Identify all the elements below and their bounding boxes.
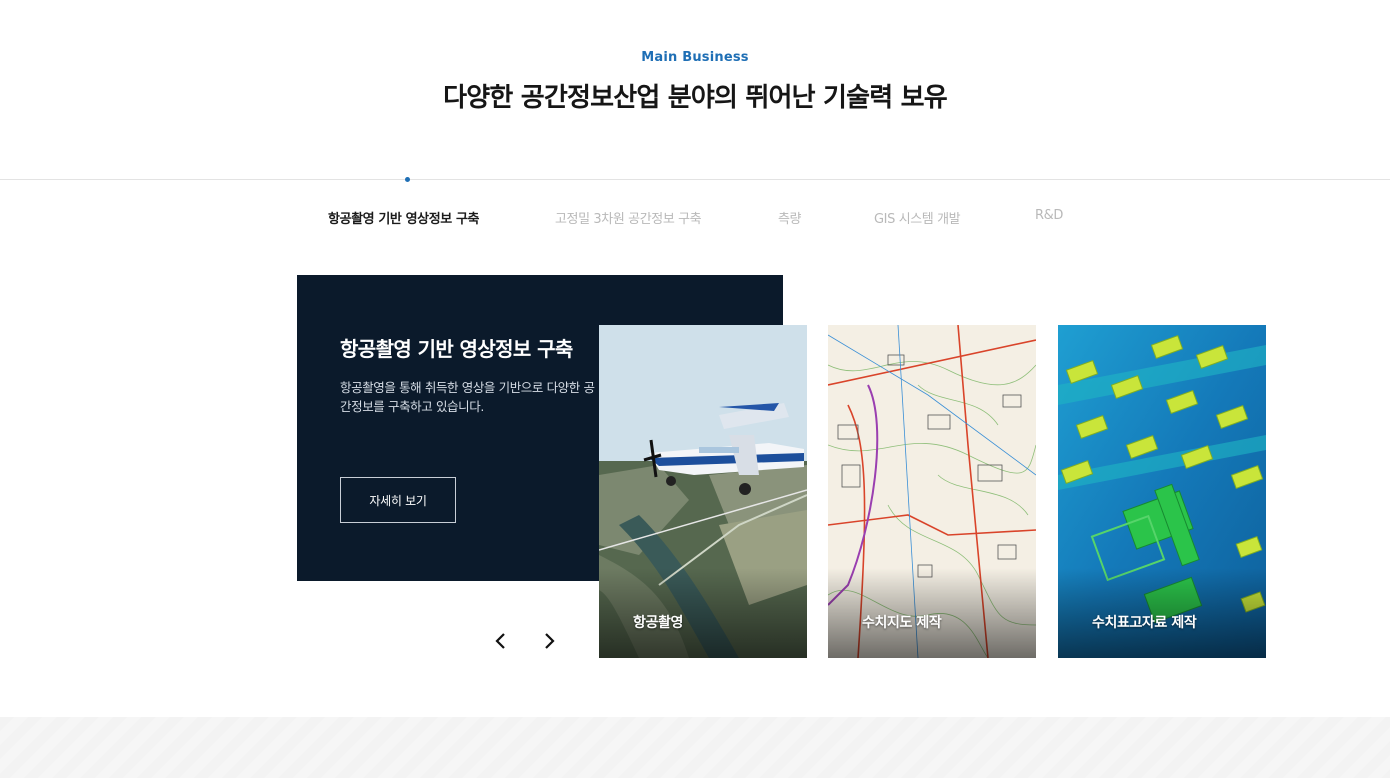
chevron-left-icon[interactable] (489, 628, 513, 654)
active-tab-indicator (405, 177, 410, 182)
card-label: 항공촬영 (633, 615, 683, 631)
chevron-right-icon[interactable] (537, 628, 561, 654)
tab-aerial-imagery[interactable]: 항공촬영 기반 영상정보 구축 (328, 208, 480, 227)
panel-description: 항공촬영을 통해 취득한 영상을 기반으로 다양한 공간정보를 구축하고 있습니… (340, 380, 595, 414)
card-elevation-data[interactable]: 수치표고자료 제작 (1058, 325, 1266, 658)
view-details-button[interactable]: 자세히 보기 (340, 477, 456, 523)
section-title: 다양한 공간정보산업 분야의 뛰어난 기술력 보유 (443, 83, 947, 113)
card-digital-map[interactable]: 수치지도 제작 (828, 325, 1036, 658)
tab-surveying[interactable]: 측량 (778, 208, 802, 227)
tab-3d-spatial-info[interactable]: 고정밀 3차원 공간정보 구축 (555, 208, 702, 227)
card-label: 수치지도 제작 (862, 615, 942, 631)
tab-rnd[interactable]: R&D (1035, 208, 1063, 223)
section-eyebrow: Main Business (641, 50, 749, 65)
next-section-band (0, 717, 1390, 778)
panel-title: 항공촬영 기반 영상정보 구축 (340, 337, 573, 361)
tab-bar-divider (0, 179, 1390, 180)
card-aerial-photography[interactable]: 항공촬영 (599, 325, 807, 658)
card-label: 수치표고자료 제작 (1092, 615, 1197, 631)
card-gradient (599, 568, 807, 658)
tab-gis-development[interactable]: GIS 시스템 개발 (874, 208, 961, 227)
